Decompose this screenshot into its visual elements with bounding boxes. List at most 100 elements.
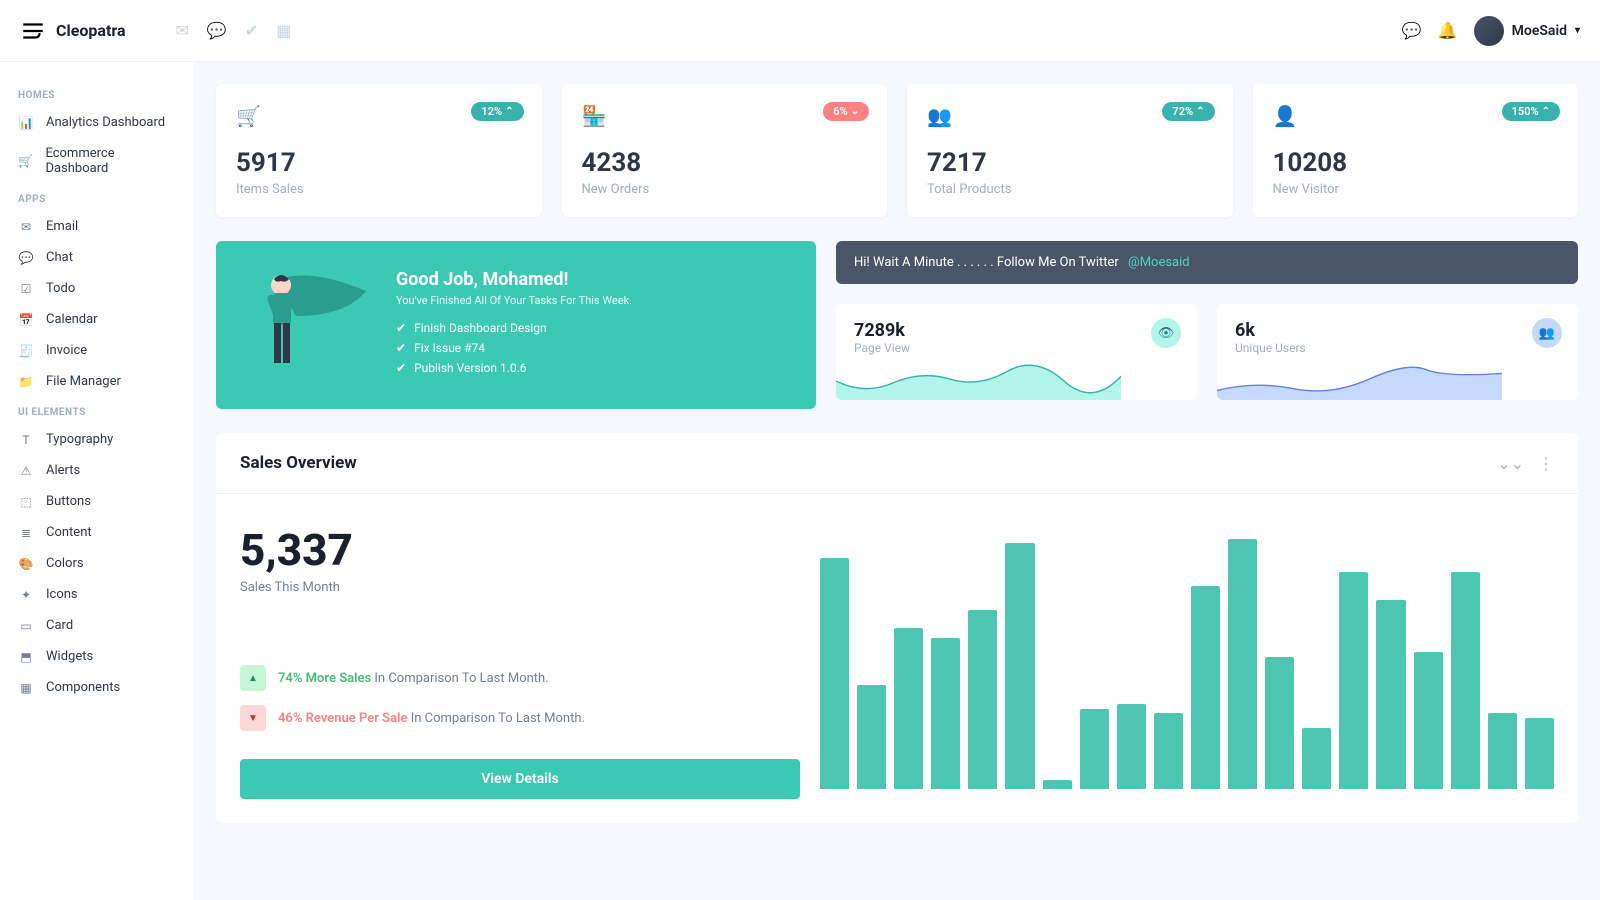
notifications-icon[interactable]: 🔔: [1438, 21, 1458, 40]
banner-text: Hi! Wait A Minute . . . . . . Follow Me …: [854, 255, 1119, 270]
eye-icon: 👁: [1151, 318, 1181, 348]
stat-badge: 6% ⌄: [823, 102, 869, 121]
sidebar-item-invoice[interactable]: 🧾 Invoice: [0, 335, 194, 366]
sidebar-item-icon: T: [18, 433, 34, 447]
sidebar: HOMES📊Analytics Dashboard🛒Ecommerce Dash…: [0, 62, 194, 900]
sidebar-item-icon: ▦: [18, 681, 34, 695]
bar: [1154, 713, 1183, 789]
sidebar-item-label: Content: [46, 525, 92, 540]
topbar-shortcuts: ✉ 💬 ✔ ▦: [176, 21, 292, 40]
chevron-up-icon: ⌃: [1196, 106, 1204, 117]
sidebar-item-calendar[interactable]: 📅Calendar: [0, 304, 194, 335]
sparkline: [836, 362, 1121, 400]
check-circle-icon: ✔: [396, 361, 406, 375]
stat-badge: 12% ⌃: [471, 102, 523, 121]
sidebar-group-title: UI ELEMENTS: [0, 397, 194, 424]
sidebar-item-label: Widgets: [46, 649, 93, 664]
sidebar-item-email[interactable]: ✉Email: [0, 211, 194, 242]
sidebar-item-todo[interactable]: ☑Todo: [0, 273, 194, 304]
check-icon[interactable]: ✔: [245, 21, 258, 40]
more-icon[interactable]: ⋮: [1538, 454, 1554, 473]
hero-task: ✔Publish Version 1.0.6: [396, 361, 788, 375]
sidebar-item-icon: 📊: [18, 116, 34, 130]
chevron-up-icon: ⌃: [1542, 106, 1550, 117]
stat-label: New Orders: [582, 182, 868, 197]
sidebar-item-label: Chat: [46, 250, 73, 265]
sidebar-item-icon: 🛒: [18, 154, 33, 168]
chevron-down-icon: ▾: [1575, 25, 1580, 36]
sidebar-item-icon: ⬒: [18, 650, 34, 664]
sidebar-item-typography[interactable]: T Typography: [0, 424, 194, 455]
sidebar-item-buttons[interactable]: ⬚Buttons: [0, 486, 194, 517]
chat-icon[interactable]: 💬: [207, 21, 227, 40]
bar: [1191, 586, 1220, 789]
sidebar-item-label: Email: [46, 219, 78, 234]
mini-value: 7289k: [854, 320, 1179, 341]
sidebar-item-icon: ⬚: [18, 495, 34, 509]
stat-label: Items Sales: [236, 182, 522, 197]
chevron-down-icon: ⌄: [851, 106, 859, 117]
sidebar-item-file-manager[interactable]: 📁 File Manager: [0, 366, 194, 397]
stat-value: 5917: [236, 148, 522, 178]
sidebar-item-icons[interactable]: ✦Icons: [0, 579, 194, 610]
sidebar-item-label: Typography: [46, 432, 113, 447]
bar: [1005, 543, 1034, 789]
sidebar-item-label: Icons: [46, 587, 78, 602]
sidebar-item-label: Components: [46, 680, 120, 695]
sidebar-group-title: HOMES: [0, 80, 194, 107]
sidebar-item-chat[interactable]: 💬 Chat: [0, 242, 194, 273]
sales-total-label: Sales This Month: [240, 580, 800, 595]
bar: [1265, 657, 1294, 789]
mail-icon[interactable]: ✉: [176, 21, 189, 40]
stat-card-new-visitor: 👤150% ⌃10208New Visitor: [1253, 84, 1579, 217]
brand-logo[interactable]: Cleopatra: [20, 18, 126, 44]
sidebar-item-icon: ≣: [18, 526, 34, 540]
sidebar-item-label: File Manager: [46, 374, 121, 389]
sales-total: 5,337: [240, 524, 800, 576]
sidebar-group-title: APPS: [0, 184, 194, 211]
sidebar-item-ecommerce-dashboard[interactable]: 🛒Ecommerce Dashboard: [0, 138, 194, 184]
hero-illustration: [236, 261, 376, 381]
logo-icon: [20, 18, 46, 44]
sidebar-item-content[interactable]: ≣ Content: [0, 517, 194, 548]
collapse-icon[interactable]: ⌄⌄: [1497, 454, 1524, 473]
mini-card-unique-users: 6kUnique Users👥: [1217, 304, 1578, 400]
bar: [1339, 572, 1368, 789]
sidebar-item-icon: 🧾: [18, 344, 34, 358]
stat-card-items-sales: 🛒12% ⌃5917Items Sales: [216, 84, 542, 217]
compare-row: ▼46% Revenue Per Sale In Comparison To L…: [240, 705, 800, 731]
bar: [1376, 600, 1405, 789]
twitter-link[interactable]: @Moesaid: [1128, 255, 1190, 270]
calendar-icon[interactable]: ▦: [276, 21, 291, 40]
bar: [931, 638, 960, 789]
user-menu[interactable]: MoeSaid ▾: [1474, 16, 1580, 46]
sidebar-item-card[interactable]: ▭Card: [0, 610, 194, 641]
sidebar-item-colors[interactable]: 🎨Colors: [0, 548, 194, 579]
sidebar-item-analytics-dashboard[interactable]: 📊Analytics Dashboard: [0, 107, 194, 138]
bar: [1525, 718, 1554, 789]
compare-row: ▲74% More Sales In Comparison To Last Mo…: [240, 665, 800, 691]
sidebar-item-widgets[interactable]: ⬒ Widgets: [0, 641, 194, 672]
sidebar-item-label: Invoice: [46, 343, 87, 358]
caret-up-icon: ▲: [240, 665, 266, 691]
brand-name: Cleopatra: [56, 21, 126, 40]
bar: [1228, 539, 1257, 789]
hero-task: ✔Finish Dashboard Design: [396, 321, 788, 335]
users-icon: 👥: [1532, 318, 1562, 348]
view-details-button[interactable]: View Details: [240, 759, 800, 799]
sidebar-item-icon: 📁: [18, 375, 34, 389]
sidebar-item-alerts[interactable]: ⚠Alerts: [0, 455, 194, 486]
sidebar-item-icon: ☑: [18, 282, 34, 296]
bar: [857, 685, 886, 789]
messages-icon[interactable]: 💬: [1402, 21, 1422, 40]
stat-value: 7217: [927, 148, 1213, 178]
stat-row: 🛒12% ⌃5917Items Sales🏪6% ⌄4238New Orders…: [216, 84, 1578, 217]
hero-subtitle: You've Finished All Of Your Tasks For Th…: [396, 294, 788, 307]
stat-card-new-orders: 🏪6% ⌄4238New Orders: [562, 84, 888, 217]
sparkline: [1217, 362, 1502, 400]
sidebar-item-components[interactable]: ▦ Components: [0, 672, 194, 703]
stat-badge: 72% ⌃: [1162, 102, 1214, 121]
sidebar-item-icon: 🎨: [18, 557, 34, 571]
mini-label: Page View: [854, 341, 1179, 355]
sidebar-item-icon: 💬: [18, 251, 34, 265]
